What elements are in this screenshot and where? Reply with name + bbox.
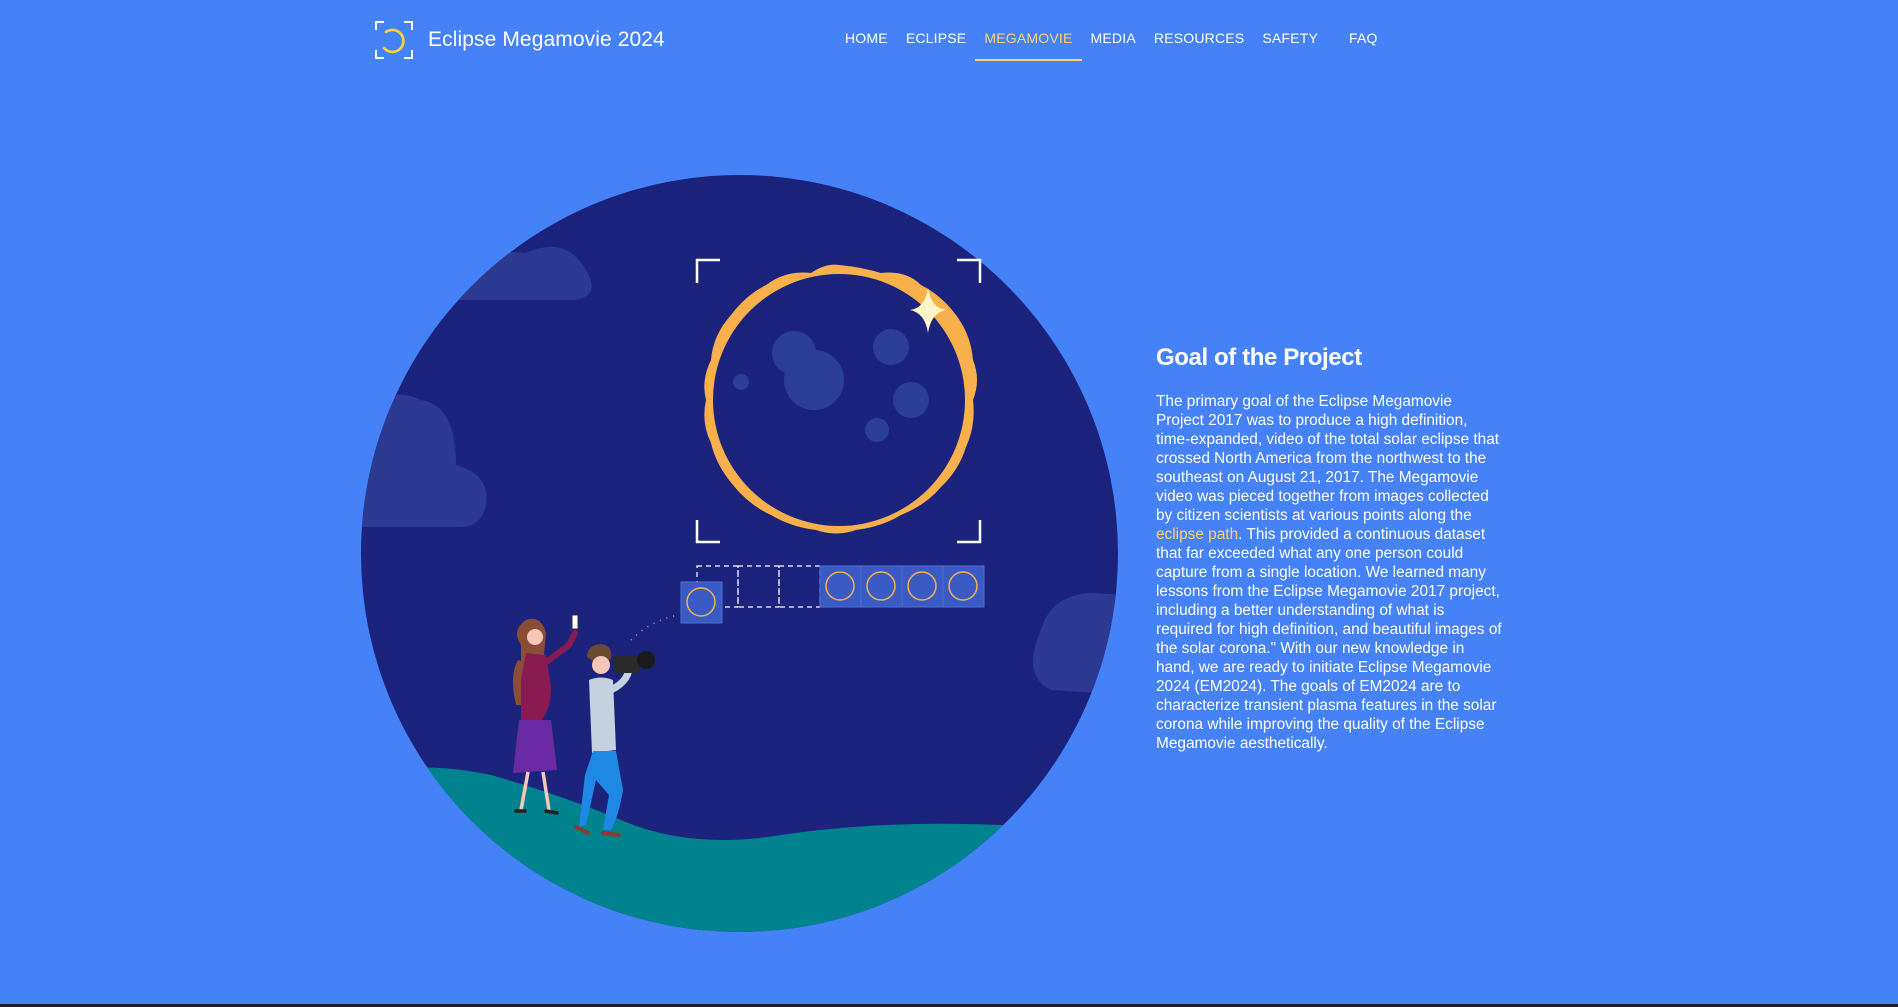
nav-eclipse[interactable]: ECLIPSE (897, 0, 976, 46)
nav-safety[interactable]: SAFETY (1253, 0, 1340, 46)
eclipse-logo-icon (375, 21, 413, 59)
project-goal-section: Goal of the Project The primary goal of … (1156, 344, 1504, 753)
nav-home[interactable]: HOME (836, 0, 897, 46)
nav-megamovie[interactable]: MEGAMOVIE (975, 0, 1082, 61)
section-paragraph: The primary goal of the Eclipse Megamovi… (1156, 392, 1504, 753)
eclipse-path-link[interactable]: eclipse path (1156, 526, 1238, 543)
eclipse-illustration (361, 175, 1118, 932)
paragraph-text-2: . This provided a continuous dataset tha… (1156, 526, 1502, 752)
main-nav: HOME ECLIPSE MEGAMOVIE MEDIA RESOURCES S… (836, 0, 1387, 62)
section-heading: Goal of the Project (1156, 344, 1362, 371)
site-title: Eclipse Megamovie 2024 (428, 28, 665, 51)
paragraph-text-1: The primary goal of the Eclipse Megamovi… (1156, 393, 1500, 524)
nav-resources[interactable]: RESOURCES (1145, 0, 1253, 46)
brand[interactable]: Eclipse Megamovie 2024 (374, 20, 665, 60)
site-header: Eclipse Megamovie 2024 HOME ECLIPSE MEGA… (0, 0, 1898, 80)
nav-faq[interactable]: FAQ (1340, 0, 1387, 46)
nav-media[interactable]: MEDIA (1082, 0, 1145, 46)
